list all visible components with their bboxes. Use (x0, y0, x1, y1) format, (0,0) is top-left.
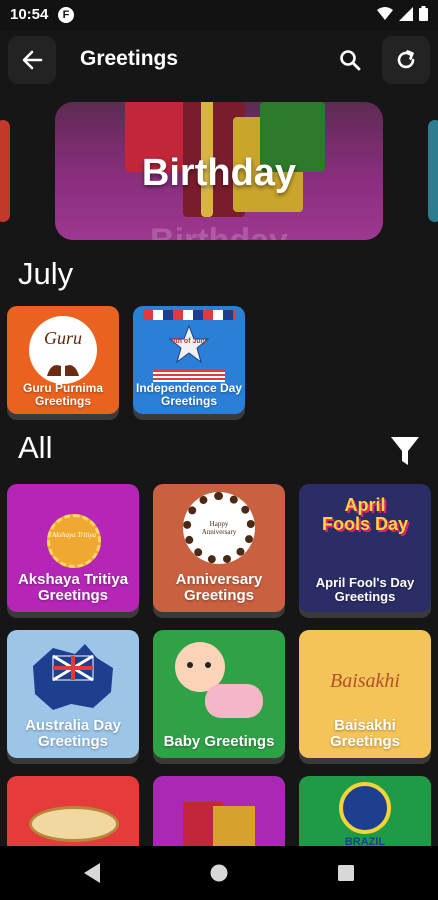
carousel-next-banner[interactable] (428, 120, 438, 222)
card-independence-day[interactable]: 4th of July Independence Day Greetings (133, 306, 245, 414)
wreath-art: Happy Anniversary (183, 492, 255, 564)
guru-art: Guru (29, 316, 97, 384)
section-heading-all: All (18, 430, 53, 465)
search-icon (340, 50, 361, 71)
card-april-fools[interactable]: April Fools Day April Fool's Day Greetin… (299, 484, 431, 612)
arrow-left-icon (22, 50, 43, 70)
card-label: Akshaya Tritiya Greetings (17, 570, 129, 604)
card-australia-day[interactable]: Australia Day Greetings (7, 630, 139, 758)
baby-eye-art (187, 662, 193, 668)
thali-art (29, 806, 119, 842)
card-baby[interactable]: Baby Greetings (153, 630, 285, 758)
home-nav-icon[interactable] (209, 863, 229, 883)
app-bar: Greetings (0, 30, 438, 90)
baby-eye-art (205, 662, 211, 668)
carousel-prev-banner[interactable] (0, 120, 10, 222)
filter-icon[interactable] (390, 434, 420, 468)
card-label: Australia Day Greetings (25, 716, 121, 750)
card-baisakhi[interactable]: Baisakhi Baisakhi Greetings (299, 630, 431, 758)
independence-art-text: 4th of July (171, 338, 207, 345)
refresh-icon (397, 50, 415, 69)
card-label: Baby Greetings (163, 732, 275, 750)
brazil-flag-art (339, 782, 391, 834)
back-button[interactable] (8, 36, 56, 84)
card-label: April Fool's Day Greetings (315, 574, 415, 604)
card-label: Baisakhi Greetings (329, 716, 401, 750)
anniversary-art-text: Happy Anniversary (201, 520, 237, 536)
status-bar: 10:54 F (0, 0, 438, 30)
guru-art-text: Guru (43, 328, 82, 348)
status-icons (377, 6, 428, 21)
card-label: Independence Day Greetings (135, 381, 243, 409)
banner-reflection: Birthday (55, 222, 383, 240)
card-label: Anniversary Greetings (175, 570, 263, 604)
section-heading-july: July (18, 256, 74, 291)
battery-icon (419, 6, 428, 21)
wifi-icon (377, 6, 393, 20)
diya-art: Akshaya Tritiya (47, 514, 101, 568)
baby-body-art (205, 684, 263, 718)
back-nav-icon[interactable] (82, 862, 102, 884)
hands-icon (47, 365, 79, 376)
baisakhi-art-text: Baisakhi (330, 670, 400, 692)
card-akshaya-tritiya[interactable]: Akshaya Tritiya Akshaya Tritiya Greeting… (7, 484, 139, 612)
featured-banner[interactable]: Birthday Birthday (55, 102, 383, 240)
bunting-art (143, 310, 235, 320)
gift-art (213, 806, 255, 846)
signal-icon (399, 6, 413, 21)
status-time: 10:54 (10, 6, 49, 23)
akshaya-art-text: Akshaya Tritiya (51, 531, 97, 539)
system-nav-bar (0, 846, 438, 900)
page-title: Greetings (80, 47, 179, 70)
card-anniversary[interactable]: Happy Anniversary Anniversary Greetings (153, 484, 285, 612)
search-button[interactable] (336, 46, 364, 74)
recents-nav-icon[interactable] (338, 865, 354, 881)
app-notification-icon: F (58, 7, 74, 23)
banner-title: Birthday (141, 152, 297, 194)
april-fools-art-text: April Fools Day (321, 495, 409, 534)
card-label: Guru Purnima Greetings (22, 381, 103, 409)
australia-map-icon (33, 644, 113, 710)
card-guru-purnima[interactable]: Guru Guru Purnima Greetings (7, 306, 119, 414)
refresh-button[interactable] (382, 36, 430, 84)
